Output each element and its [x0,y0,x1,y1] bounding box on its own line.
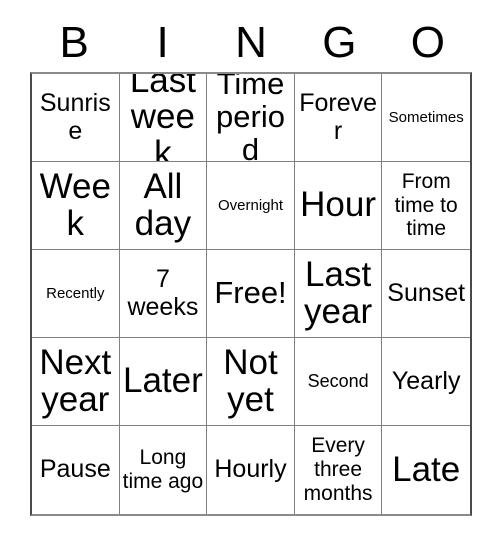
bingo-cell[interactable]: Next year [32,338,120,426]
bingo-cell[interactable]: 7 weeks [119,250,208,338]
bingo-cell[interactable]: Overnight [207,162,295,250]
bingo-cell[interactable]: Forever [294,74,383,162]
bingo-cell-label: Week [39,167,111,243]
bingo-cell-label: Late [392,449,461,489]
bingo-cell-label: 7 weeks [127,265,199,321]
bingo-cell-label: Time period [216,74,285,162]
bingo-cell-label: Next year [39,343,112,419]
bingo-header-letter-b: B [59,18,89,67]
bingo-cell[interactable]: Not yet [207,338,295,426]
bingo-cell[interactable]: Sunset [382,250,470,338]
bingo-cell[interactable]: Later [119,338,208,426]
bingo-cell-label: Overnight [217,196,284,214]
bingo-grid: Sunrise Last week Time period Forever So… [30,72,472,516]
bingo-header-letter-o: O [410,18,445,67]
bingo-cell-label: Recently [46,284,105,302]
bingo-cell[interactable]: Hour [294,162,383,250]
bingo-cell-label: Hour [300,185,377,225]
bingo-cell[interactable]: Sunrise [32,74,120,162]
bingo-header-letter-i: I [156,18,169,67]
bingo-cell-free[interactable]: Free! [207,250,295,338]
bingo-card: B I N G O Sunrise Last week Time period … [0,0,500,544]
bingo-cell[interactable]: Second [294,338,383,426]
bingo-cell[interactable]: Late [382,426,470,514]
bingo-cell[interactable]: Last week [119,74,208,162]
bingo-cell-label: All day [134,167,192,243]
bingo-cell-label: From time to time [394,169,458,241]
bingo-cell[interactable]: Yearly [382,338,470,426]
bingo-cell-label: Not yet [223,343,278,419]
bingo-cell-label: Every three months [303,434,373,505]
bingo-cell-label: Forever [299,89,377,145]
bingo-cell[interactable]: Pause [32,426,120,514]
bingo-cell-label: Sometimes [388,108,464,126]
bingo-cell[interactable]: Hourly [207,426,295,514]
bingo-cell-label: Pause [39,455,111,484]
bingo-cell-label: Free! [214,275,287,311]
bingo-cell[interactable]: From time to time [382,162,470,250]
bingo-cell-label: Last year [304,255,373,331]
bingo-cell[interactable]: Long time ago [119,426,208,514]
bingo-cell-label: Long time ago [122,446,204,493]
bingo-cell-label: Yearly [391,366,461,395]
bingo-header-letter-n: N [235,18,267,67]
bingo-cell[interactable]: Sometimes [382,74,470,162]
bingo-cell[interactable]: All day [119,162,208,250]
bingo-header-row: B I N G O [30,14,472,72]
bingo-cell-label: Later [123,361,203,401]
bingo-cell[interactable]: Every three months [294,426,383,514]
bingo-cell-label: Sunrise [39,89,111,145]
bingo-cell-label: Last week [129,74,196,162]
bingo-cell[interactable]: Week [32,162,120,250]
bingo-cell[interactable]: Last year [294,250,383,338]
bingo-header-letter-g: G [322,18,357,67]
bingo-cell[interactable]: Time period [207,74,295,162]
bingo-cell[interactable]: Recently [32,250,120,338]
bingo-cell-label: Second [307,371,369,392]
bingo-cell-label: Hourly [214,455,287,484]
bingo-cell-label: Sunset [387,278,466,307]
